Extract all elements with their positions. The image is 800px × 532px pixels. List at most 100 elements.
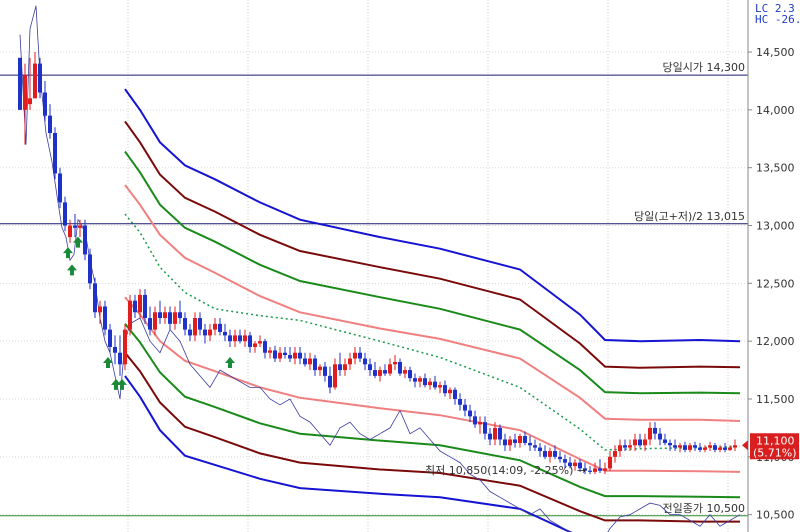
y-tick-label: 12,500 [756, 277, 795, 290]
y-axis-layer: 10,50011,00011,50012,00012,50013,00013,5… [742, 0, 800, 532]
candle-up [508, 439, 512, 446]
candle-down [723, 447, 727, 450]
candle-down [383, 370, 387, 374]
candle-up [208, 329, 212, 336]
candle-down [298, 352, 302, 359]
candle-down [483, 422, 487, 434]
candle-down [598, 468, 602, 471]
candle-down [188, 329, 192, 336]
candle-down [368, 364, 372, 371]
y-tick-label: 10,500 [756, 509, 795, 522]
candle-up [633, 439, 637, 446]
candle-up [688, 445, 692, 450]
candle-up [253, 343, 257, 347]
candle-down [528, 442, 532, 446]
candle-down [238, 335, 242, 342]
candle-down [168, 312, 172, 324]
y-tick-label: 13,000 [756, 220, 795, 233]
candle-up [378, 370, 382, 376]
candle-up [428, 381, 432, 386]
candle-down [58, 173, 62, 203]
candle-up [643, 439, 647, 446]
candle-up [353, 352, 357, 359]
reference-line-label: 당일시가 14,300 [663, 60, 745, 74]
candle-up [388, 364, 392, 374]
chart-container: 당일시가 14,300 당일(고+저)/2 13,015 전일종가 10,500 1… [0, 0, 800, 532]
candle-down [408, 370, 412, 379]
candle-up [268, 350, 272, 353]
candle-up [258, 341, 262, 344]
candle-down [313, 358, 317, 371]
candle-up [448, 389, 452, 394]
candle-down [398, 361, 402, 374]
candle-up [318, 366, 322, 371]
candle-up [608, 456, 612, 469]
candle-up [728, 447, 732, 450]
candle-up [703, 447, 707, 450]
reference-line-label: 당일(고+저)/2 13,015 [634, 209, 745, 223]
candle-down [423, 378, 427, 386]
candle-up [243, 335, 247, 342]
candle-up [173, 312, 177, 324]
low-price-annotation: 최저 10,850(14:09, -2.25%) → [425, 464, 586, 477]
candle-down [283, 352, 287, 356]
candle-down [83, 225, 87, 255]
candle-up [518, 436, 522, 443]
candle-down [453, 389, 457, 399]
y-tick-label: 13,500 [756, 162, 795, 175]
candle-down [538, 447, 542, 452]
legend-layer: LC 2.3HC -26.8 [755, 2, 800, 26]
y-tick-label: 14,500 [756, 46, 795, 59]
candle-down [288, 355, 292, 359]
candle-down [638, 439, 642, 446]
candle-down [663, 439, 667, 443]
candle-down [463, 404, 467, 411]
candle-up [98, 306, 102, 313]
candle-down [588, 470, 592, 472]
candle-down [63, 202, 67, 226]
candle-down [43, 92, 47, 116]
envelope-band-upper-2 [124, 120, 741, 369]
candle-up [163, 312, 167, 319]
candle-down [498, 427, 502, 440]
candle-down [223, 331, 227, 336]
candle-down [698, 447, 702, 450]
candle-up [233, 335, 237, 342]
candle-down [468, 410, 472, 417]
candle-up [548, 451, 552, 457]
buy-arrow-marker [73, 236, 83, 248]
reference-line-label: 전일종가 10,500 [663, 501, 745, 515]
candle-down [713, 445, 717, 450]
candle-up [23, 75, 27, 110]
buy-arrow-marker [117, 378, 127, 390]
candle-up [678, 445, 682, 448]
candle-down [53, 133, 57, 174]
candle-down [558, 456, 562, 460]
candle-up [418, 378, 422, 382]
y-tick-label: 12,000 [756, 335, 795, 348]
candle-down [113, 346, 117, 353]
candle-up [478, 422, 482, 425]
candle-down [473, 416, 477, 425]
candle-down [203, 329, 207, 336]
candles-layer [18, 52, 737, 475]
candle-down [563, 459, 567, 463]
candle-up [343, 364, 347, 371]
annotation-layer: 최저 10,850(14:09, -2.25%) → [425, 464, 586, 477]
candle-down [323, 366, 327, 376]
candle-down [178, 312, 182, 319]
candle-up [593, 468, 597, 472]
candle-up [493, 427, 497, 440]
candle-up [138, 294, 142, 313]
candle-down [183, 318, 187, 330]
candle-down [693, 445, 697, 448]
candle-down [658, 433, 662, 440]
candle-up [348, 358, 352, 365]
candle-down [48, 115, 52, 133]
candle-down [503, 439, 507, 446]
candle-down [373, 370, 377, 376]
candle-down [133, 300, 137, 313]
candle-up [33, 63, 37, 99]
envelope-band-upper-1 [124, 150, 741, 395]
candle-down [513, 439, 517, 443]
